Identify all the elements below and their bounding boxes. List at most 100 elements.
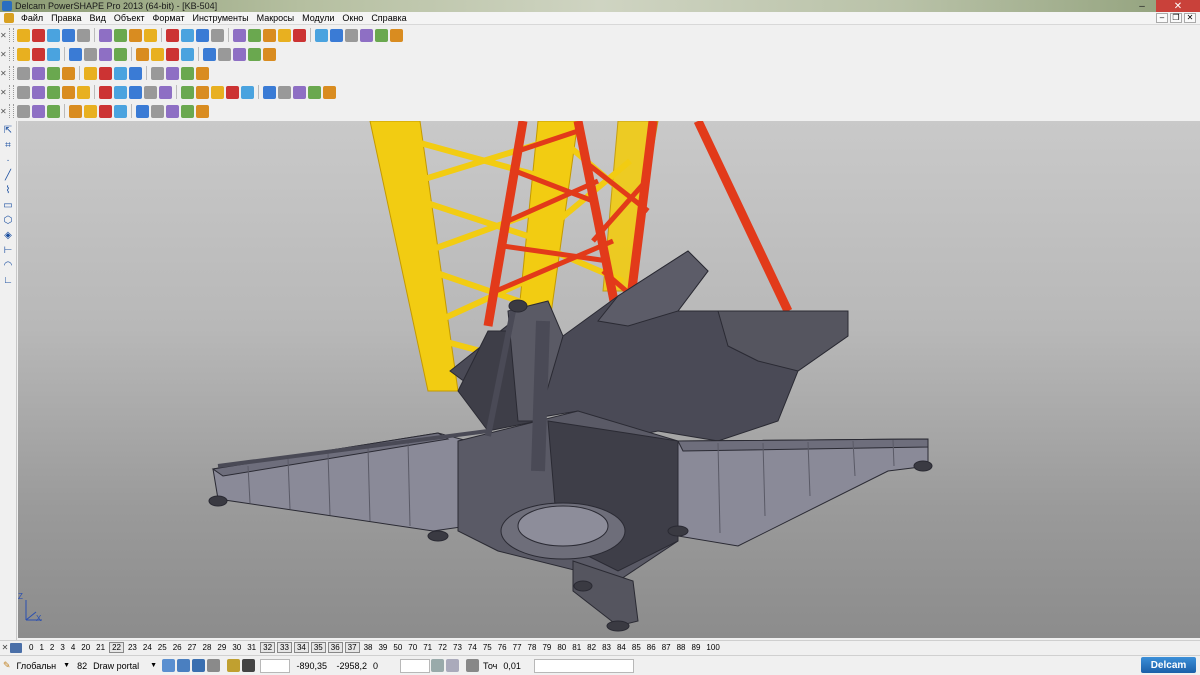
operation-tool-icon[interactable] (278, 85, 291, 99)
toolbar-grip[interactable] (9, 104, 14, 118)
main-tool-icon[interactable] (315, 28, 328, 42)
main-tool-icon[interactable] (360, 28, 373, 42)
operation-tool-icon[interactable] (47, 85, 60, 99)
main-tool-icon[interactable] (62, 28, 75, 42)
layer-button[interactable]: 74 (465, 643, 480, 652)
main-tool-icon[interactable] (293, 28, 306, 42)
layer-button[interactable]: 4 (68, 643, 78, 652)
operation-tool-icon[interactable] (32, 85, 45, 99)
view-tool-icon[interactable] (32, 47, 45, 61)
view-tool-icon[interactable] (17, 47, 30, 61)
doc-close-button[interactable]: ✕ (1184, 13, 1196, 23)
shading-tool-icon[interactable] (32, 66, 45, 80)
view-tool-icon[interactable] (151, 47, 164, 61)
view-tool-icon[interactable] (84, 47, 97, 61)
select-filter-icon[interactable] (162, 659, 176, 672)
layer-button[interactable]: 2 (47, 643, 57, 652)
view-tool-icon[interactable] (114, 47, 127, 61)
shading-tool-icon[interactable] (114, 66, 127, 80)
main-tool-icon[interactable] (114, 28, 127, 42)
arc-icon[interactable]: ∟ (2, 274, 15, 287)
shading-tool-icon[interactable] (196, 66, 209, 80)
assembly-tool-icon[interactable] (166, 104, 179, 118)
layer-button[interactable]: 76 (495, 643, 510, 652)
operation-tool-icon[interactable] (323, 85, 336, 99)
operation-tool-icon[interactable] (181, 85, 194, 99)
workplane-icon[interactable]: ⌗ (2, 139, 15, 152)
assembly-tool-icon[interactable] (99, 104, 112, 118)
layer-button[interactable]: 82 (584, 643, 599, 652)
layer-button[interactable]: 38 (361, 643, 376, 652)
layer-button[interactable]: 31 (244, 643, 259, 652)
view-tool-icon[interactable] (248, 47, 261, 61)
view-tool-icon[interactable] (263, 47, 276, 61)
main-tool-icon[interactable] (99, 28, 112, 42)
layer-button[interactable]: 100 (703, 643, 722, 652)
operation-tool-icon[interactable] (308, 85, 321, 99)
coordinate-input[interactable] (260, 658, 291, 673)
layer-button[interactable]: 29 (214, 643, 229, 652)
close-icon[interactable]: ✕ (0, 88, 8, 97)
menu-object[interactable]: Объект (110, 13, 149, 23)
main-tool-icon[interactable] (390, 28, 403, 42)
layer-button[interactable]: 87 (659, 643, 674, 652)
layer-button[interactable]: 77 (510, 643, 525, 652)
layer-button[interactable]: 33 (277, 642, 292, 653)
layer-button[interactable]: 37 (344, 642, 360, 653)
select-surface-icon[interactable] (192, 659, 206, 672)
main-tool-icon[interactable] (345, 28, 358, 42)
view-tool-icon[interactable] (166, 47, 179, 61)
close-icon[interactable]: ✕ (0, 107, 8, 116)
select-arrow-icon[interactable]: ⇱ (2, 124, 15, 137)
close-button[interactable]: ✕ (1156, 0, 1200, 12)
document-icon[interactable] (4, 13, 14, 23)
layer-button[interactable]: 0 (26, 643, 36, 652)
toolbar-grip[interactable] (9, 66, 14, 80)
layer-button[interactable]: 50 (390, 643, 405, 652)
layer-button[interactable]: 22 (109, 642, 124, 653)
main-tool-icon[interactable] (278, 28, 291, 42)
layer-button[interactable]: 30 (229, 643, 244, 652)
shading-tool-icon[interactable] (151, 66, 164, 80)
shading-tool-icon[interactable] (166, 66, 179, 80)
snap-icon[interactable] (227, 659, 241, 672)
layer-button[interactable]: 75 (480, 643, 495, 652)
main-tool-icon[interactable] (17, 28, 30, 42)
view-tool-icon[interactable] (47, 47, 60, 61)
operation-tool-icon[interactable] (114, 85, 127, 99)
view-tool-icon[interactable] (233, 47, 246, 61)
layer-button[interactable]: 89 (689, 643, 704, 652)
layer-button[interactable]: 24 (140, 643, 155, 652)
grid-icon[interactable] (242, 659, 256, 672)
layer-button[interactable]: 36 (327, 642, 343, 653)
operation-tool-icon[interactable] (144, 85, 157, 99)
line-icon[interactable]: ╱ (2, 169, 15, 182)
assembly-tool-icon[interactable] (196, 104, 209, 118)
coordinate-field[interactable] (400, 658, 431, 673)
operation-tool-icon[interactable] (293, 85, 306, 99)
layer-button[interactable]: 1 (36, 643, 46, 652)
layer-button[interactable]: 70 (405, 643, 420, 652)
layer-button[interactable]: 20 (78, 643, 93, 652)
layer-button[interactable]: 23 (125, 643, 140, 652)
level-dropdown-icon[interactable]: ▼ (150, 662, 157, 669)
workplane-select[interactable]: Глобальн (14, 661, 60, 671)
close-icon[interactable]: ✕ (0, 643, 10, 652)
menu-tools[interactable]: Инструменты (188, 13, 252, 23)
main-tool-icon[interactable] (248, 28, 261, 42)
operation-tool-icon[interactable] (196, 85, 209, 99)
shading-tool-icon[interactable] (62, 66, 75, 80)
layer-button[interactable]: 78 (525, 643, 540, 652)
main-tool-icon[interactable] (196, 28, 209, 42)
assembly-tool-icon[interactable] (69, 104, 82, 118)
layer-button[interactable]: 25 (155, 643, 170, 652)
shading-tool-icon[interactable] (84, 66, 97, 80)
operation-tool-icon[interactable] (77, 85, 90, 99)
layer-button[interactable]: 88 (674, 643, 689, 652)
menu-window[interactable]: Окно (338, 13, 367, 23)
polyline-icon[interactable]: ⌇ (2, 184, 15, 197)
close-icon[interactable]: ✕ (0, 50, 8, 59)
menu-view[interactable]: Вид (86, 13, 110, 23)
layer-button[interactable]: 80 (554, 643, 569, 652)
shading-tool-icon[interactable] (99, 66, 112, 80)
